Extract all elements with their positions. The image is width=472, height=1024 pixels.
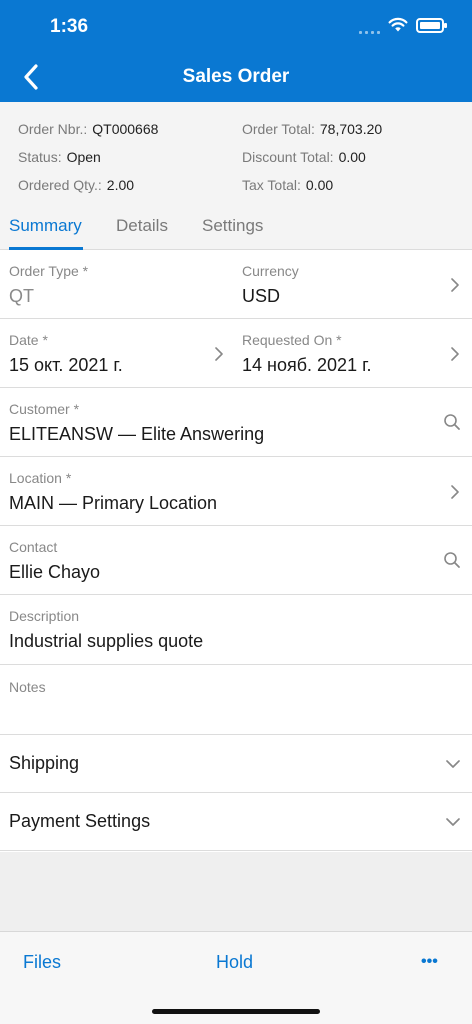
search-icon[interactable]	[443, 551, 461, 569]
more-options-button[interactable]: •••	[421, 953, 438, 971]
tab-summary[interactable]: Summary	[9, 216, 82, 236]
chevron-right-icon	[451, 347, 459, 361]
page-title: Sales Order	[182, 66, 290, 87]
ordered-qty: Ordered Qty.: 2.00	[18, 177, 134, 193]
chevron-right-icon	[451, 278, 459, 292]
battery-icon	[416, 17, 447, 33]
order-number: Order Nbr.: QT000668	[18, 121, 158, 137]
notes-field[interactable]: Notes	[0, 665, 472, 735]
shipping-section[interactable]: Shipping	[0, 735, 472, 793]
date-label: Date *	[9, 332, 48, 348]
date-row: Date * 15 окт. 2021 г. Requested On * 14…	[0, 319, 472, 388]
order-total: Order Total: 78,703.20	[242, 121, 382, 137]
discount-total-label: Discount Total:	[242, 149, 334, 165]
chevron-right-icon	[451, 485, 459, 499]
empty-area	[0, 852, 472, 932]
notes-label: Notes	[9, 679, 46, 695]
requested-on-value: 14 нояб. 2021 г.	[242, 355, 372, 375]
shipping-title: Shipping	[9, 753, 80, 773]
discount-total-value: 0.00	[338, 149, 366, 165]
location-label: Location *	[9, 470, 72, 486]
tab-settings[interactable]: Settings	[202, 216, 263, 236]
order-type-currency-row: Order Type * QT Currency USD	[0, 250, 472, 319]
chevron-down-icon	[446, 760, 460, 768]
order-number-value: QT000668	[92, 121, 159, 137]
tax-total: Tax Total: 0.00	[242, 177, 333, 193]
payment-settings-section[interactable]: Payment Settings	[0, 793, 472, 851]
order-total-label: Order Total:	[242, 121, 315, 137]
tab-bar: Summary Details Settings	[0, 206, 472, 250]
status-label: Status:	[18, 149, 62, 165]
description-label: Description	[9, 608, 80, 624]
currency-field[interactable]: Currency USD	[232, 250, 472, 318]
files-button[interactable]: Files	[23, 952, 61, 973]
status-time: 1:36	[50, 16, 89, 37]
status-value: Open	[66, 149, 101, 165]
customer-label: Customer *	[9, 401, 80, 417]
tax-total-label: Tax Total:	[242, 177, 301, 193]
ordered-qty-label: Ordered Qty.:	[18, 177, 102, 193]
app-header: 1:36 Sales Order	[0, 0, 472, 102]
cellular-signal-icon	[359, 16, 380, 34]
order-type-label: Order Type *	[9, 263, 89, 279]
chevron-down-icon	[446, 818, 460, 826]
search-icon[interactable]	[443, 413, 461, 431]
summary-form: Order Type * QT Currency USD Date * 15 о…	[0, 250, 472, 851]
home-indicator	[152, 1009, 320, 1014]
contact-label: Contact	[9, 539, 58, 555]
requested-on-label: Requested On *	[242, 332, 342, 348]
status-icons	[359, 16, 447, 34]
currency-value: USD	[242, 286, 281, 306]
description-value: Industrial supplies quote	[9, 631, 204, 651]
tax-total-value: 0.00	[305, 177, 334, 193]
discount-total: Discount Total: 0.00	[242, 149, 366, 165]
order-type-value: QT	[9, 286, 34, 306]
currency-label: Currency	[242, 263, 299, 279]
location-field[interactable]: Location * MAIN — Primary Location	[0, 457, 472, 526]
chevron-right-icon	[215, 347, 223, 361]
location-value: MAIN — Primary Location	[9, 493, 218, 513]
date-value: 15 окт. 2021 г.	[9, 355, 123, 375]
order-summary: Order Nbr.: QT000668 Status: Open Ordered …	[0, 102, 472, 206]
order-number-label: Order Nbr.:	[18, 121, 88, 137]
order-status: Status: Open	[18, 149, 101, 165]
customer-value: ELITEANSW — Elite Answering	[9, 424, 265, 444]
contact-value: Ellie Chayo	[9, 562, 101, 582]
payment-settings-title: Payment Settings	[9, 811, 151, 831]
date-field[interactable]: Date * 15 окт. 2021 г.	[0, 319, 232, 387]
requested-on-field[interactable]: Requested On * 14 нояб. 2021 г.	[232, 319, 472, 387]
hold-button[interactable]: Hold	[216, 952, 253, 973]
description-field[interactable]: Description Industrial supplies quote	[0, 595, 472, 665]
ordered-qty-value: 2.00	[106, 177, 135, 193]
contact-field[interactable]: Contact Ellie Chayo	[0, 526, 472, 595]
wifi-icon	[388, 17, 408, 32]
order-type-field: Order Type * QT	[0, 250, 232, 318]
customer-field[interactable]: Customer * ELITEANSW — Elite Answering	[0, 388, 472, 457]
tab-details[interactable]: Details	[116, 216, 168, 236]
order-total-value: 78,703.20	[319, 121, 383, 137]
